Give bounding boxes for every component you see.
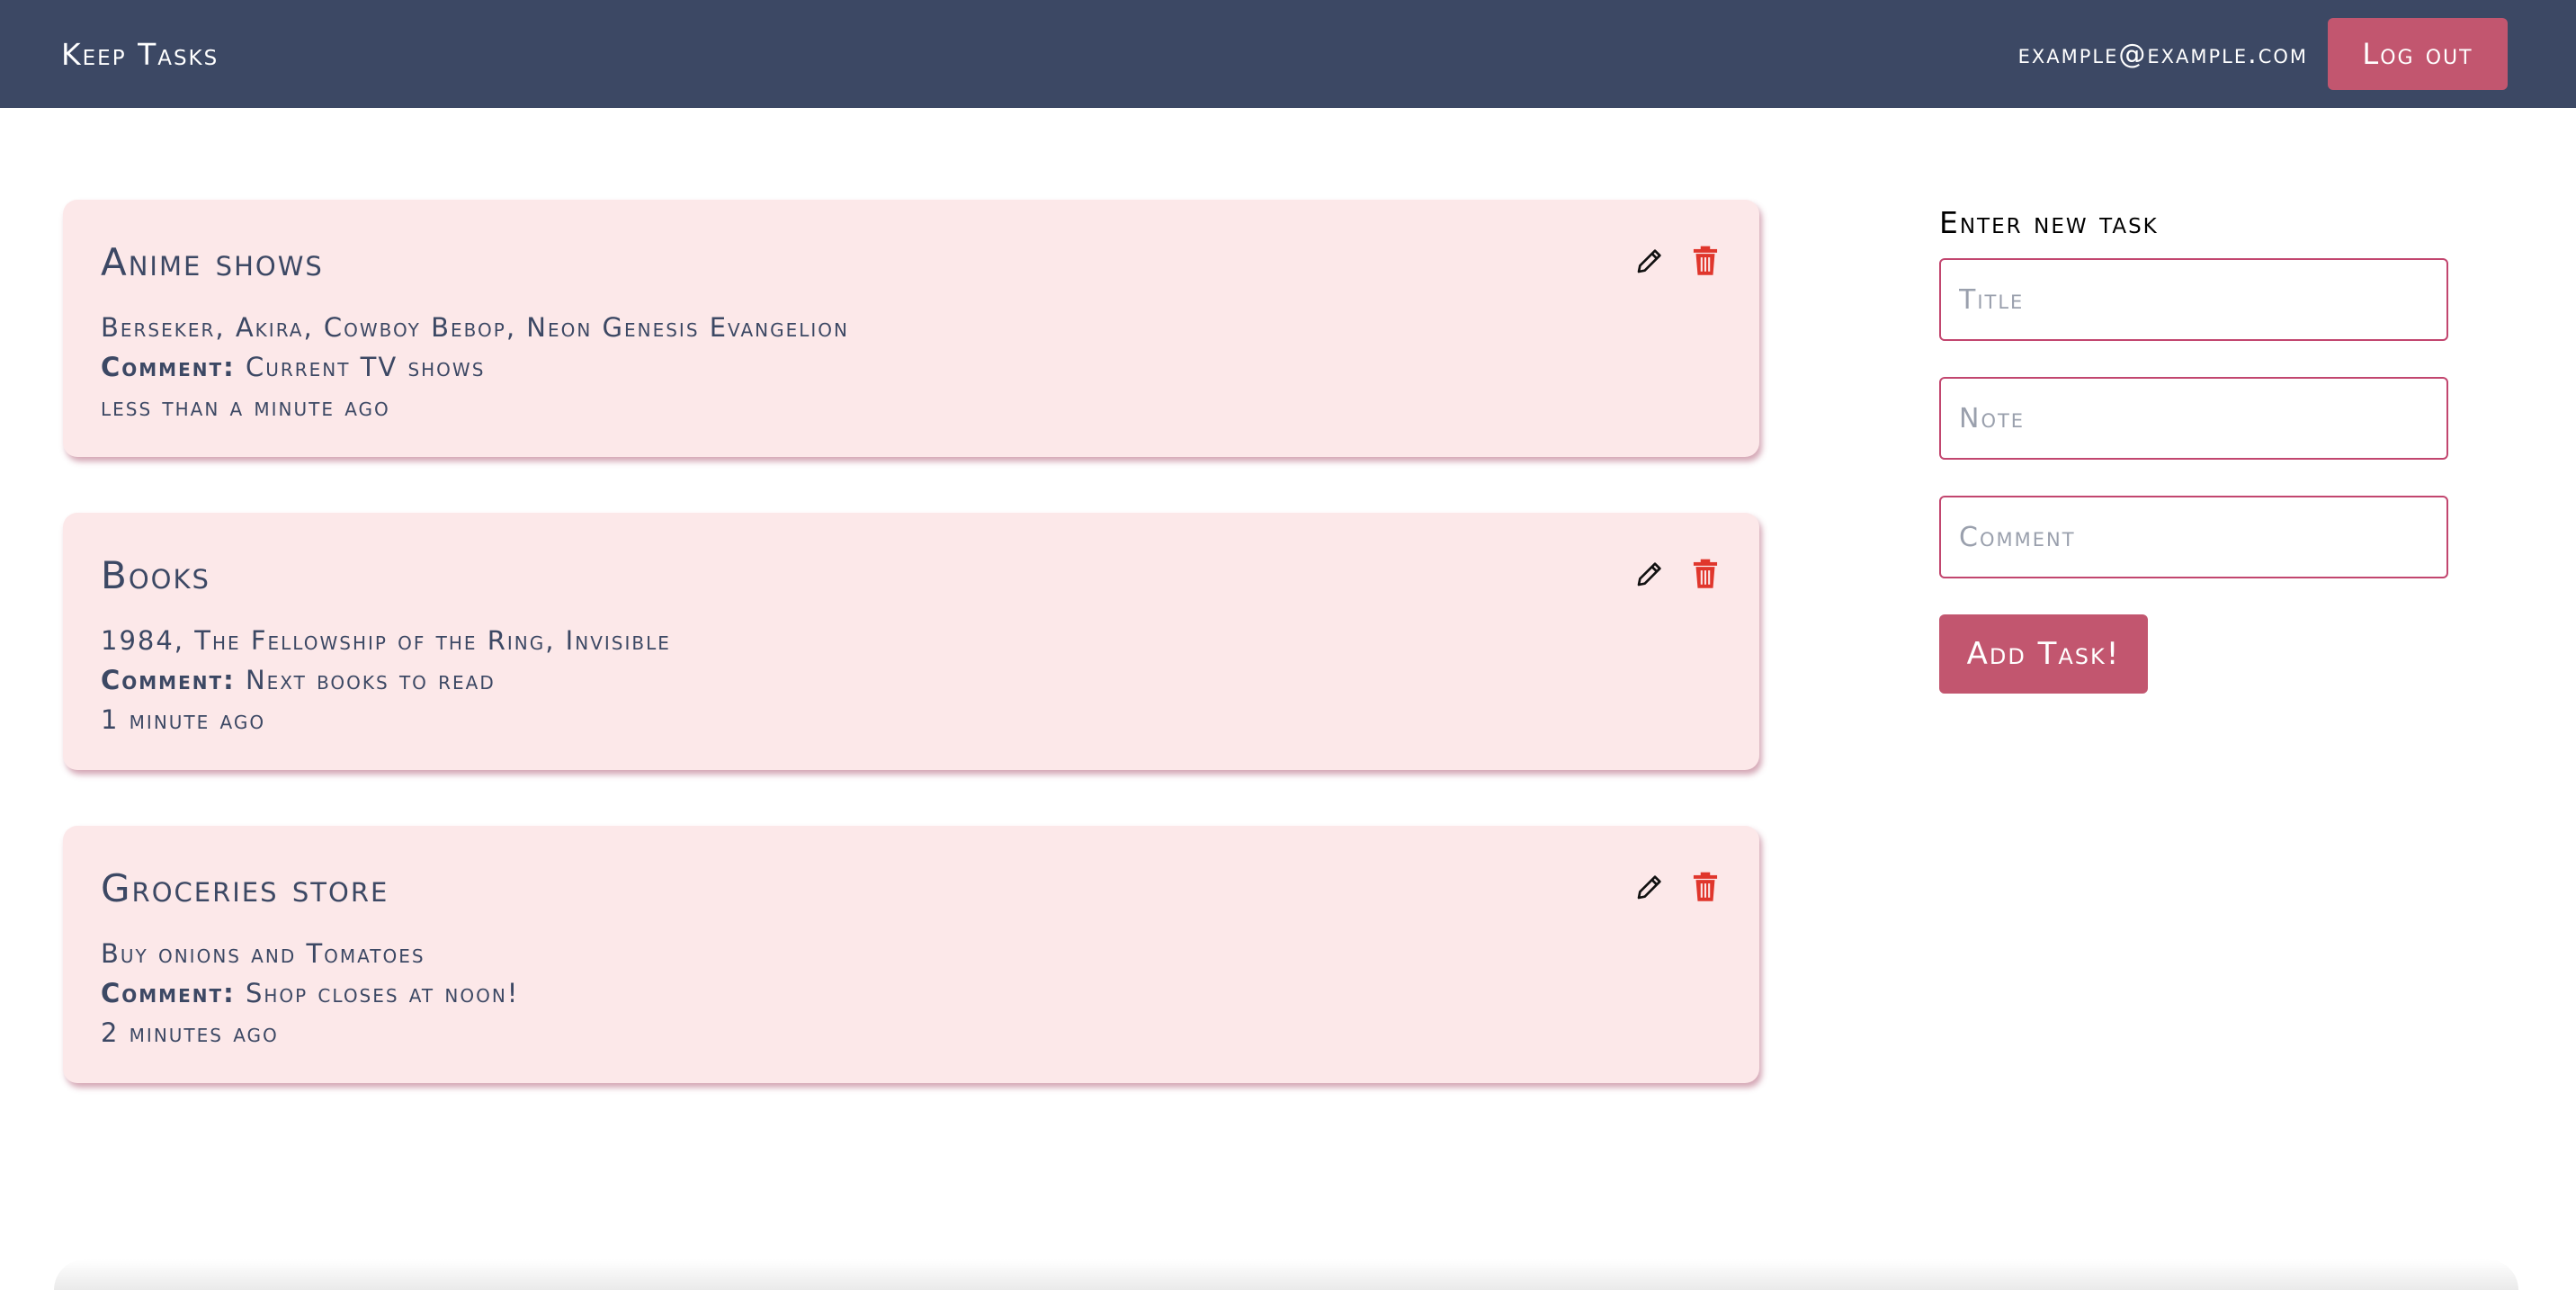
comment-text: Shop closes at noon! — [245, 978, 520, 1008]
task-card: Anime shows Berseker, Akira, Cowboy Bebo… — [63, 200, 1759, 457]
comment-text: Next books to read — [245, 665, 496, 695]
task-note: Buy onions and Tomatoes — [101, 938, 425, 969]
comment-text: Current TV shows — [245, 352, 486, 382]
navbar: Keep Tasks example@example.com Log out — [0, 0, 2576, 108]
add-task-button[interactable]: Add Task! — [1939, 614, 2148, 694]
user-email: example@example.com — [2017, 38, 2308, 70]
nav-user-area: example@example.com Log out — [2018, 18, 2508, 90]
pencil-icon[interactable] — [1633, 245, 1666, 277]
title-input[interactable] — [1939, 258, 2448, 341]
note-input[interactable] — [1939, 377, 2448, 460]
trash-icon[interactable] — [1689, 558, 1722, 590]
tasks-list: Anime shows Berseker, Akira, Cowboy Bebo… — [63, 200, 1759, 1139]
comment-label: Comment: — [101, 978, 236, 1008]
pencil-icon[interactable] — [1633, 871, 1666, 903]
task-comment: Comment: Current TV shows — [101, 347, 1722, 387]
task-note: 1984, The Fellowship of the Ring, Invisi… — [101, 625, 671, 656]
task-title: Anime shows — [101, 240, 324, 284]
task-actions — [1633, 871, 1722, 903]
logout-button[interactable]: Log out — [2328, 18, 2508, 90]
task-note: Berseker, Akira, Cowboy Bebop, Neon Gene… — [101, 312, 849, 343]
task-card: Books 1984, The Fellowship of the Ring, … — [63, 513, 1759, 770]
task-comment: Comment: Shop closes at noon! — [101, 973, 1722, 1013]
trash-icon[interactable] — [1689, 245, 1722, 277]
comment-input[interactable] — [1939, 496, 2448, 578]
comment-label: Comment: — [101, 665, 236, 695]
footer-shadow — [54, 1259, 2518, 1290]
task-actions — [1633, 558, 1722, 590]
new-task-heading: Enter new task — [1939, 205, 2159, 240]
task-comment: Comment: Next books to read — [101, 660, 1722, 700]
task-timestamp: 2 minutes ago — [101, 1017, 279, 1048]
new-task-form: Enter new task Add Task! — [1939, 205, 2448, 694]
comment-label: Comment: — [101, 352, 236, 382]
pencil-icon[interactable] — [1633, 558, 1666, 590]
task-card: Groceries store Buy onions and Tomatoes … — [63, 826, 1759, 1083]
task-timestamp: 1 minute ago — [101, 704, 266, 735]
task-title: Groceries store — [101, 866, 389, 910]
task-timestamp: less than a minute ago — [101, 391, 390, 422]
trash-icon[interactable] — [1689, 871, 1722, 903]
task-actions — [1633, 245, 1722, 277]
brand-title[interactable]: Keep Tasks — [61, 37, 219, 72]
task-title: Books — [101, 553, 210, 597]
